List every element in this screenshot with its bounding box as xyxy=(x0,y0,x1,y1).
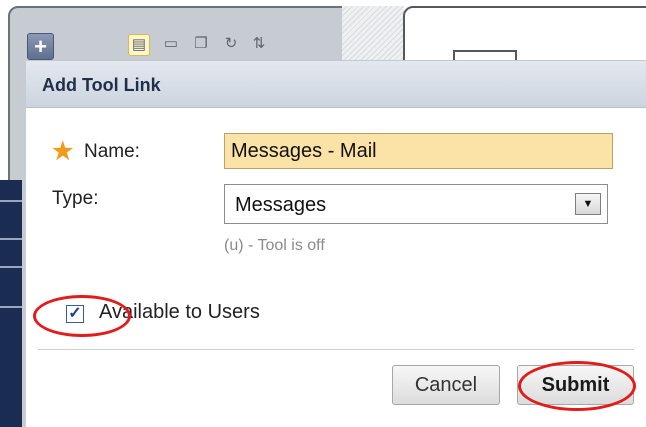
add-menu-item-button[interactable]: + xyxy=(27,33,54,60)
plus-icon: + xyxy=(34,34,47,59)
name-label: Name: xyxy=(84,141,140,162)
hatched-divider xyxy=(342,6,404,66)
course-menu-toolbar: + ▤ ▭ ❐ ↻ ⇅ xyxy=(22,22,272,62)
window-icon[interactable]: ❐ xyxy=(190,34,212,56)
refresh-icon[interactable]: ↻ xyxy=(220,34,242,56)
add-tool-link-dialog: Add Tool Link ★ Name: Type: Messages ▼ (… xyxy=(26,60,646,427)
available-to-users-checkbox[interactable]: ✓ xyxy=(66,305,84,323)
cancel-button[interactable]: Cancel xyxy=(392,365,500,405)
submit-button[interactable]: Submit xyxy=(517,365,634,405)
screen: + ▤ ▭ ❐ ↻ ⇅ Add Tool Link ★ Name: Messag… xyxy=(0,0,646,427)
sort-icon[interactable]: ⇅ xyxy=(248,34,270,56)
page-edge-strip xyxy=(0,180,22,427)
divider xyxy=(38,349,634,350)
type-label: Type: xyxy=(52,188,99,209)
type-select-value: Messages xyxy=(235,194,327,216)
type-select[interactable]: Messages ▼ xyxy=(224,184,608,224)
dialog-title: Add Tool Link xyxy=(42,75,161,95)
required-star-icon: ★ xyxy=(52,138,74,165)
folder-icon[interactable]: ▭ xyxy=(160,34,182,56)
chevron-down-icon[interactable]: ▼ xyxy=(575,193,601,215)
checkmark-icon: ✓ xyxy=(68,305,82,322)
name-input[interactable] xyxy=(224,133,613,169)
dialog-header: Add Tool Link xyxy=(26,60,646,108)
tool-status-hint: (u) - Tool is off xyxy=(224,237,325,254)
available-to-users-label[interactable]: Available to Users xyxy=(99,301,260,324)
list-icon[interactable]: ▤ xyxy=(128,34,150,56)
